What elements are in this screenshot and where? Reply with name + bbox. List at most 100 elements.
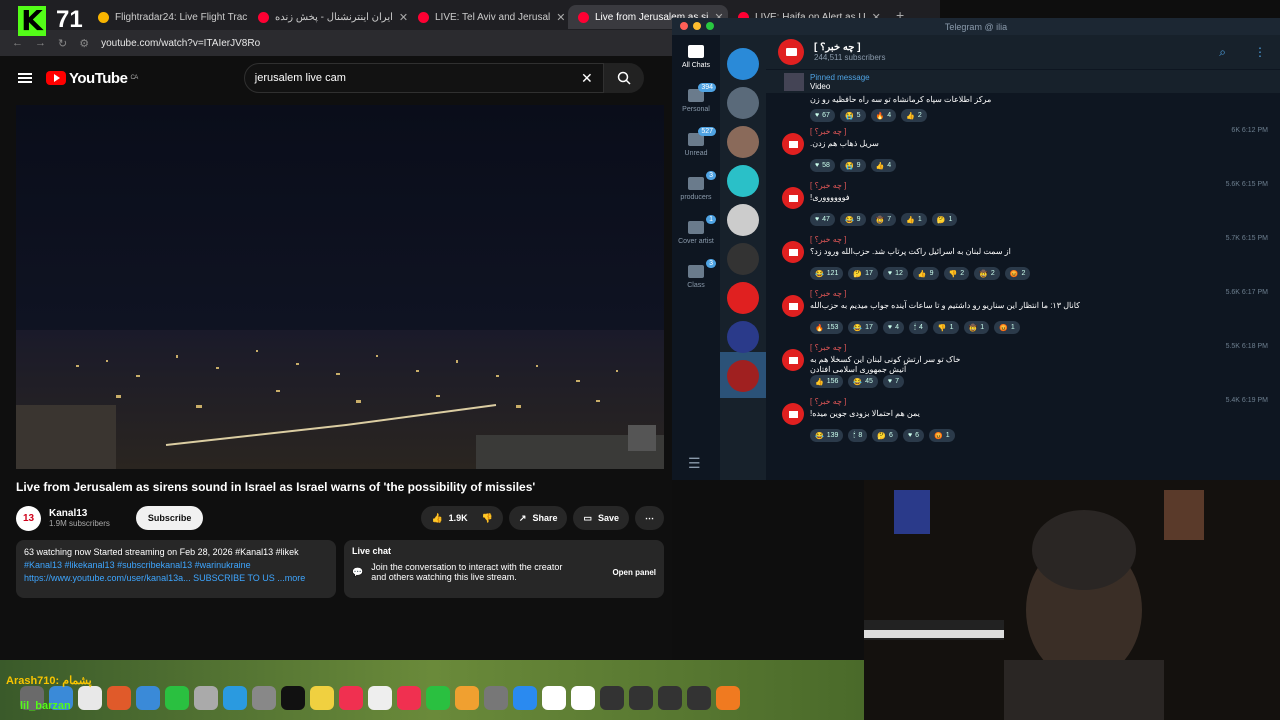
tab-flightradar[interactable]: Flightradar24: Live Flight Trac✕ bbox=[88, 5, 248, 29]
clear-search-icon[interactable]: ✕ bbox=[581, 70, 593, 87]
close-icon[interactable]: ✕ bbox=[399, 11, 408, 24]
message-item[interactable]: [ چه خبر؟ ] خاک تو سر ارتش کونی لبنان ای… bbox=[766, 339, 1280, 393]
reaction-laugh[interactable]: 😂 17 bbox=[848, 321, 878, 334]
address-bar[interactable]: ← → ↻ ⚙ youtube.com/watch?v=ITAIerJV8Ro bbox=[0, 30, 672, 56]
app-icon[interactable] bbox=[658, 686, 682, 710]
reaction-candle[interactable]: 🕯 4 bbox=[908, 321, 928, 334]
forward-icon[interactable]: → bbox=[35, 37, 46, 49]
reaction-heart[interactable]: ♥ 4 bbox=[882, 321, 904, 334]
chat-avatar-8[interactable] bbox=[727, 321, 759, 353]
reaction-fire[interactable]: 🔥 153 bbox=[810, 321, 844, 334]
reaction-heart[interactable]: ♥ 7 bbox=[882, 375, 904, 388]
reaction-heart[interactable]: ♥ 47 bbox=[810, 213, 835, 226]
channel-header[interactable]: [ چه خبر؟ ] 244,511 subscribers ⌕ ⋮ bbox=[766, 35, 1280, 69]
like-button[interactable]: 👍 1.9K 👎 bbox=[421, 506, 503, 530]
message-item[interactable]: [ چه خبر؟ ] فووووووری! 5.6K 6:15 PM ♥ 47… bbox=[766, 177, 1280, 231]
reaction-thumbs-down[interactable]: 👎 1 bbox=[932, 321, 959, 334]
save-button[interactable]: ▭ Save bbox=[573, 506, 629, 530]
mail-icon[interactable] bbox=[136, 686, 160, 710]
reaction-laugh[interactable]: 😂 45 bbox=[848, 375, 878, 388]
url-text[interactable]: youtube.com/watch?v=ITAIerJV8Ro bbox=[101, 38, 260, 49]
message-item[interactable]: مرکز اطلاعات سپاه کرمانشاه تو سه راه حاف… bbox=[766, 93, 1280, 123]
reaction-laugh[interactable]: 😂 9 bbox=[839, 213, 866, 226]
music-icon[interactable] bbox=[339, 686, 363, 710]
chat-avatar-4[interactable] bbox=[727, 165, 759, 197]
channel-avatar[interactable]: 13 bbox=[16, 505, 41, 531]
folder-class[interactable]: 3 Class bbox=[672, 255, 720, 299]
description-link[interactable]: https://www.youtube.com/user/kanal13a...… bbox=[24, 572, 328, 585]
chat-avatar-2[interactable] bbox=[727, 87, 759, 119]
reaction-cry[interactable]: 😭 9 bbox=[839, 159, 866, 172]
more-icon[interactable]: ⋮ bbox=[1254, 45, 1266, 59]
reaction-think[interactable]: 🤔 1 bbox=[931, 213, 958, 226]
tab-iranintl[interactable]: ایران اینترنشنال - پخش زنده ✕ bbox=[248, 5, 408, 29]
chat-avatar-9[interactable] bbox=[727, 360, 759, 392]
appstore-icon[interactable] bbox=[513, 686, 537, 710]
reaction-angry[interactable]: 😡 1 bbox=[994, 321, 1020, 334]
calendar-icon[interactable] bbox=[368, 686, 392, 710]
message-item[interactable]: [ چه خبر؟ ] سریل ذهاب هم زدن. 6K 6:12 PM… bbox=[766, 123, 1280, 177]
reaction-cowboy[interactable]: 🤠 2 bbox=[974, 267, 1000, 280]
chat-avatar-6[interactable] bbox=[727, 243, 759, 275]
notes-icon[interactable] bbox=[310, 686, 334, 710]
message-item[interactable]: [ چه خبر؟ ] یمن هم احتمالا بزودی جوین می… bbox=[766, 393, 1280, 447]
notion-icon[interactable] bbox=[542, 686, 566, 710]
app-icon[interactable] bbox=[716, 686, 740, 710]
reaction-cry[interactable]: 😭 5 bbox=[839, 109, 866, 122]
youtube-logo[interactable]: YouTube CA bbox=[46, 70, 138, 87]
reaction-heart[interactable]: ♥ 67 bbox=[810, 109, 835, 122]
chat-avatar-1[interactable] bbox=[727, 48, 759, 80]
photos-icon[interactable] bbox=[107, 686, 131, 710]
reaction-angry[interactable]: 😡 1 bbox=[929, 429, 955, 442]
reaction-thumbs[interactable]: 👍 4 bbox=[870, 159, 897, 172]
app-icon[interactable] bbox=[600, 686, 624, 710]
pinned-message-bar[interactable]: Pinned message Video bbox=[766, 69, 1280, 93]
reaction-laugh[interactable]: 😂 121 bbox=[810, 267, 844, 280]
app-icon[interactable] bbox=[629, 686, 653, 710]
reaction-thumbs[interactable]: 👍 156 bbox=[810, 375, 844, 388]
search-icon[interactable]: ⌕ bbox=[1219, 45, 1226, 60]
search-button[interactable] bbox=[603, 63, 644, 93]
chat-avatar-5[interactable] bbox=[727, 204, 759, 236]
reaction-cowboy[interactable]: 🤠 7 bbox=[870, 213, 897, 226]
description-box[interactable]: 63 watching now Started streaming on Feb… bbox=[16, 540, 336, 598]
chrome-icon[interactable] bbox=[78, 686, 102, 710]
minimize-window-icon[interactable] bbox=[693, 22, 701, 30]
message-item[interactable]: [ چه خبر؟ ] کانال ۱۳: ما انتظار این سنار… bbox=[766, 285, 1280, 339]
reaction-laugh[interactable]: 😂 139 bbox=[810, 429, 844, 442]
reaction-cowboy[interactable]: 🤠 1 bbox=[963, 321, 990, 334]
app-icon[interactable] bbox=[223, 686, 247, 710]
reaction-angry[interactable]: 😡 2 bbox=[1004, 267, 1031, 280]
share-button[interactable]: ↗ Share bbox=[508, 506, 568, 530]
search-input[interactable]: jerusalem live cam ✕ bbox=[243, 63, 604, 93]
reaction-fire[interactable]: 🔥 4 bbox=[870, 109, 897, 122]
chat-avatar-selected[interactable] bbox=[727, 282, 759, 314]
reaction-thumbs[interactable]: 👍 2 bbox=[901, 109, 927, 122]
subscribe-button[interactable]: Subscribe bbox=[135, 506, 204, 530]
chat-avatar-3[interactable] bbox=[727, 126, 759, 158]
folder-producers[interactable]: 3 producers bbox=[672, 167, 720, 211]
reaction-thumbs-down[interactable]: 👎 2 bbox=[943, 267, 970, 280]
reaction-thumbs[interactable]: 👍 9 bbox=[912, 267, 939, 280]
reload-icon[interactable]: ↻ bbox=[58, 37, 67, 50]
app-icon[interactable] bbox=[194, 686, 218, 710]
channel-name[interactable]: Kanal13 bbox=[49, 508, 110, 519]
reaction-think[interactable]: 🤔 17 bbox=[848, 267, 878, 280]
tv-icon[interactable] bbox=[281, 686, 305, 710]
video-player[interactable] bbox=[16, 105, 664, 469]
settings-icon[interactable]: ☰ bbox=[688, 455, 701, 472]
messages-icon[interactable] bbox=[165, 686, 189, 710]
folder-all-chats[interactable]: All Chats bbox=[672, 35, 720, 79]
reaction-think[interactable]: 🤔 6 bbox=[872, 429, 898, 442]
tab-telaviv[interactable]: LIVE: Tel Aviv and Jerusal ✕ bbox=[408, 5, 568, 29]
message-item[interactable]: [ چه خبر؟ ] از سمت لبنان به اسرائیل راکت… bbox=[766, 231, 1280, 285]
settings-app-icon[interactable] bbox=[484, 686, 508, 710]
open-panel-button[interactable]: Open panel bbox=[612, 568, 656, 577]
reaction-thumbs[interactable]: 👍 1 bbox=[901, 213, 927, 226]
menu-icon[interactable] bbox=[18, 73, 32, 83]
calendar-app-icon[interactable] bbox=[571, 686, 595, 710]
close-window-icon[interactable] bbox=[680, 22, 688, 30]
reaction-candle[interactable]: 🕯 8 bbox=[848, 429, 868, 442]
app-icon[interactable] bbox=[687, 686, 711, 710]
folder-cover-artist[interactable]: 1 Cover artist bbox=[672, 211, 720, 255]
